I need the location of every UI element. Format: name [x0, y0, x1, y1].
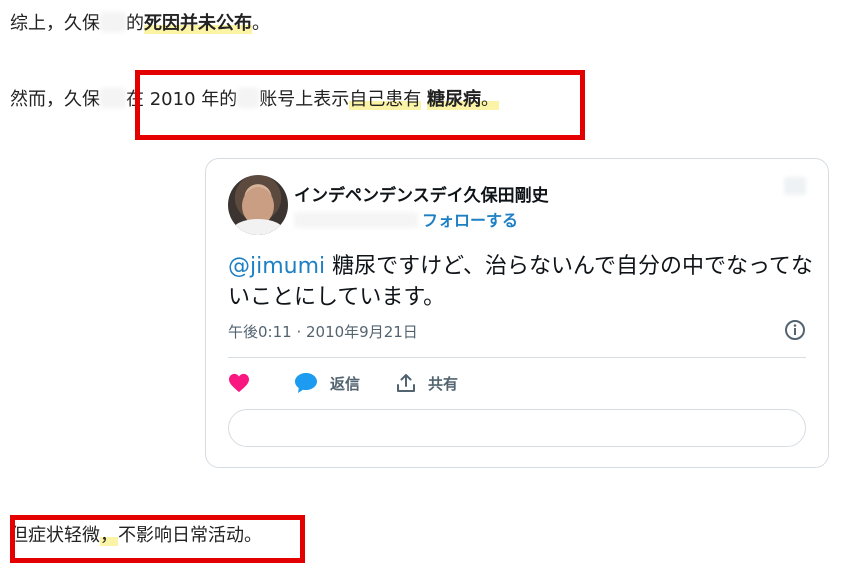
- p1-end: 。: [252, 13, 270, 34]
- tweet-timestamp[interactable]: 午後0:11 · 2010年9月21日: [228, 321, 418, 342]
- share-label: 共有: [428, 374, 459, 393]
- annotation-box-diabetes: [135, 70, 585, 140]
- p2-text-before: 然而，久保: [10, 89, 100, 110]
- embedded-tweet[interactable]: インデペンデンスデイ久保田剛史 フォローする @jimumi 糖尿ですけど、治ら…: [205, 158, 829, 468]
- redacted-name: [100, 12, 126, 32]
- annotation-box-mild-symptoms: [10, 515, 305, 563]
- tweet-divider: [228, 357, 806, 358]
- reply-button[interactable]: 返信: [294, 371, 360, 395]
- follow-button[interactable]: フォローする: [422, 211, 518, 230]
- reply-icon: [295, 373, 317, 393]
- read-replies-button[interactable]: [228, 409, 806, 447]
- p1-text-before: 综上，久保: [10, 13, 100, 34]
- tweet-text: @jimumi 糖尿ですけど、治らないんで自分の中でなってないことにしています。: [228, 251, 818, 313]
- tweet-handle-row: フォローする: [294, 207, 518, 231]
- avatar[interactable]: [228, 175, 288, 235]
- redacted-handle: [294, 212, 418, 228]
- like-button[interactable]: [228, 371, 250, 395]
- mention-link[interactable]: @jimumi: [228, 254, 325, 279]
- p1-text-after: 的: [126, 13, 144, 34]
- p1-highlight: 死因并未公布: [144, 13, 252, 34]
- heart-icon: [229, 373, 249, 393]
- redacted-name: [100, 88, 126, 108]
- share-button[interactable]: 共有: [396, 371, 458, 395]
- share-icon: [397, 374, 415, 392]
- x-logo-icon[interactable]: [784, 177, 806, 195]
- tweet-author-name[interactable]: インデペンデンスデイ久保田剛史: [294, 181, 549, 206]
- paragraph-cause-of-death: 综上，久保 的死因并未公布。: [10, 12, 270, 36]
- info-icon[interactable]: [784, 319, 806, 341]
- reply-label: 返信: [330, 374, 361, 393]
